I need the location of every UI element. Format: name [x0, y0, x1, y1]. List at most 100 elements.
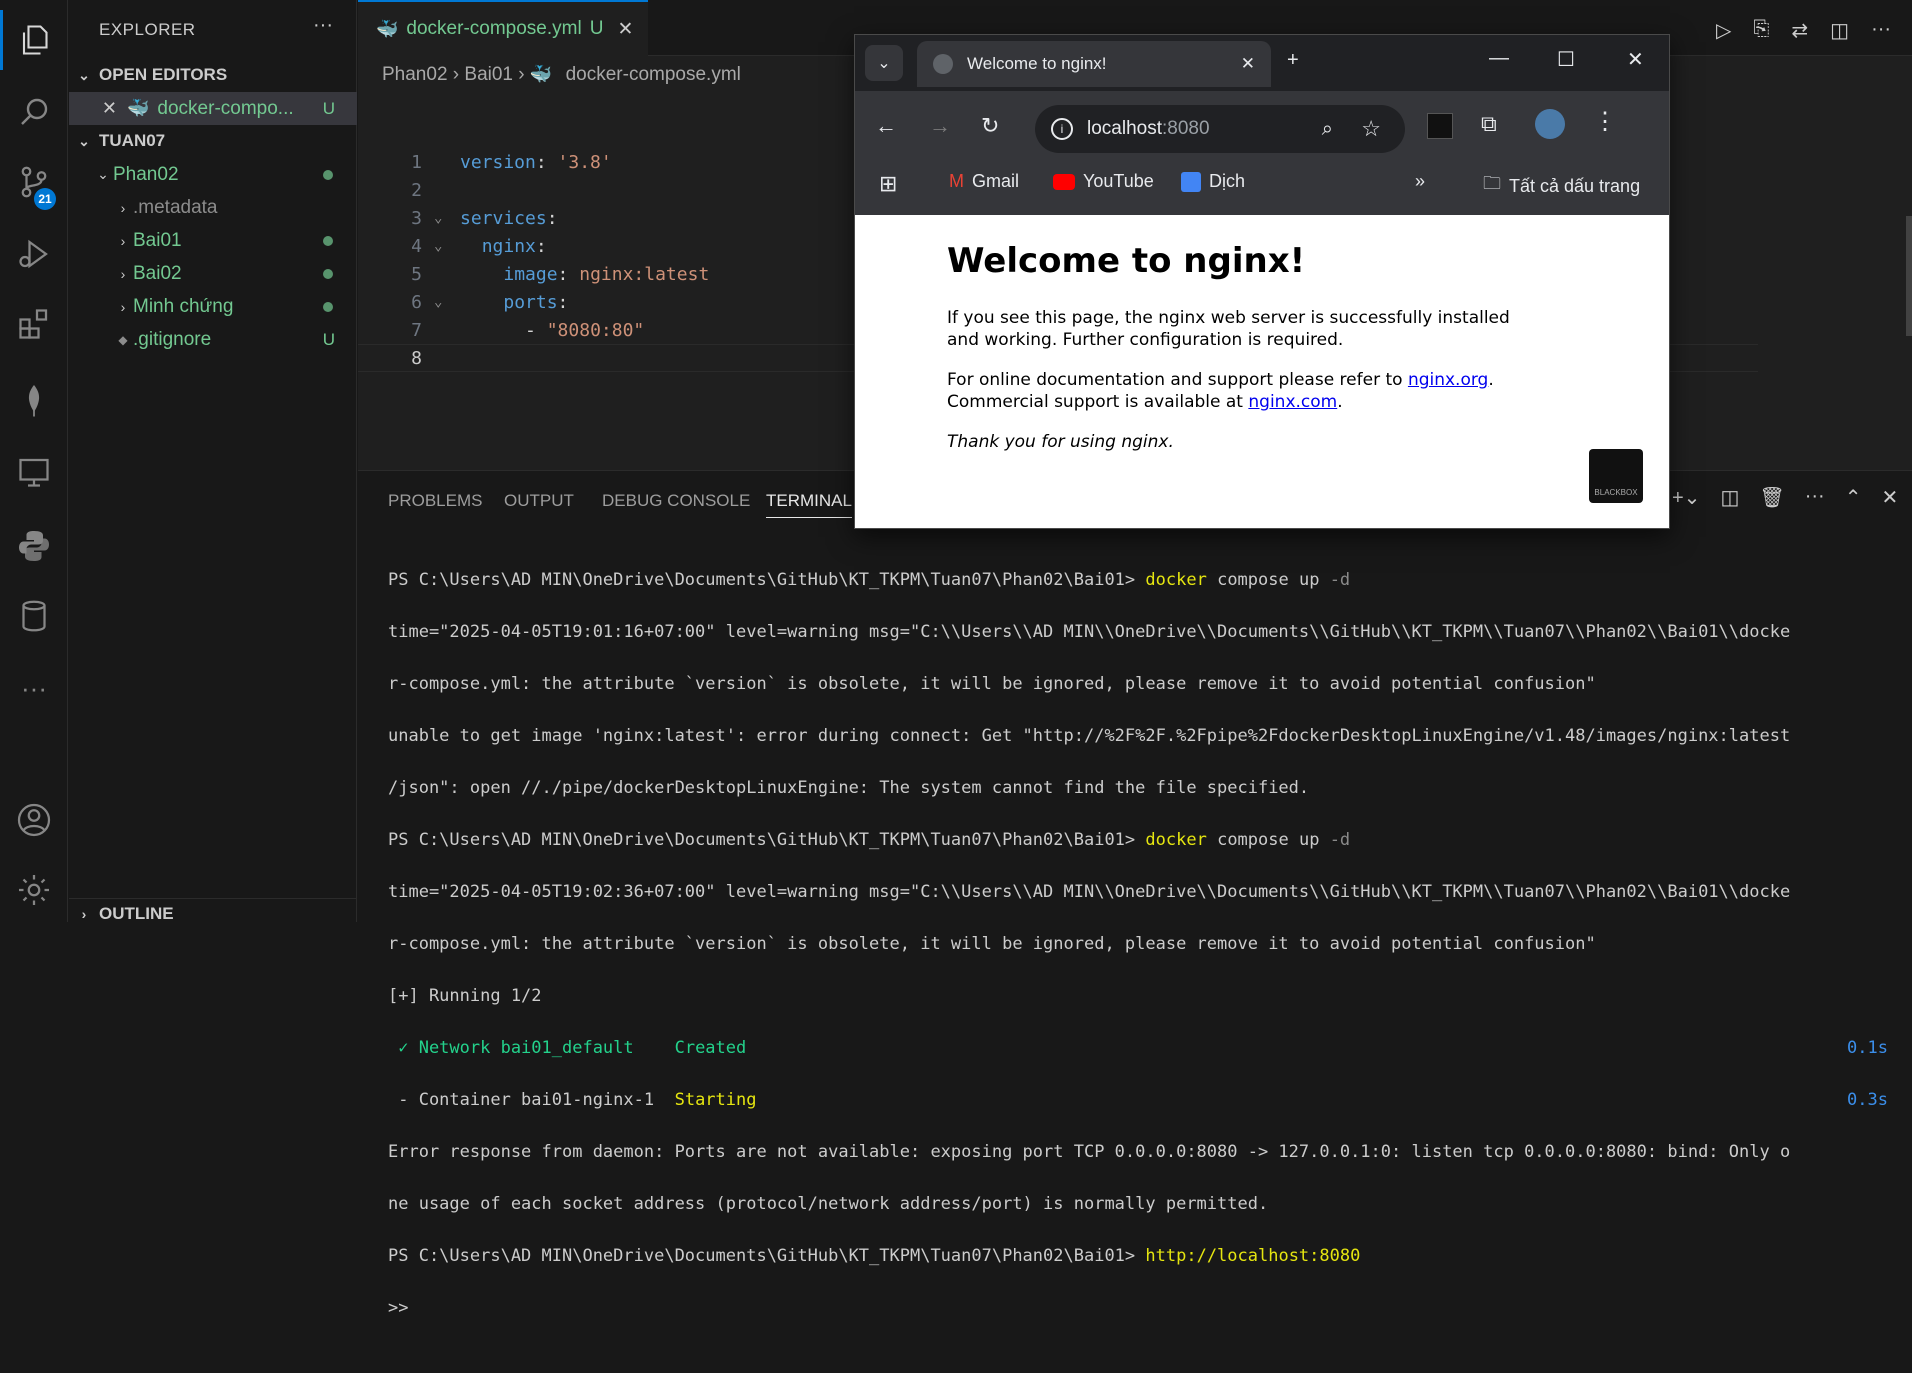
apps-grid-icon[interactable]: ⊞: [879, 171, 897, 197]
terminal-line: time="2025-04-05T19:01:16+07:00" level=w…: [388, 622, 1791, 642]
tab-docker-compose[interactable]: 🐳 docker-compose.yml U ✕: [358, 0, 648, 56]
forward-icon[interactable]: →: [929, 113, 951, 139]
folder-phan02[interactable]: ⌄ Phan02: [69, 158, 357, 191]
zoom-icon[interactable]: ⌕: [1322, 118, 1333, 141]
folder-bai01[interactable]: › Bai01: [69, 224, 357, 257]
reload-icon[interactable]: ↻: [981, 113, 999, 139]
open-editor-item[interactable]: ✕ 🐳 docker-compo... U: [69, 92, 357, 125]
chevron-down-icon: ⌄: [78, 66, 90, 83]
source-control-icon[interactable]: 21: [0, 152, 68, 212]
bookmark-label: YouTube: [1083, 171, 1154, 191]
terminal-line: Error response from daemon: Ports are no…: [388, 1142, 1791, 1162]
chevron-right-icon: ›: [81, 905, 87, 922]
link-nginx-org[interactable]: nginx.org: [1408, 370, 1488, 390]
globe-icon: [933, 54, 953, 74]
tab-search-icon[interactable]: ⌄: [865, 45, 903, 81]
breadcrumb-item[interactable]: Phan02: [382, 64, 448, 85]
breadcrumb-item[interactable]: docker-compose.yml: [566, 64, 741, 85]
close-icon[interactable]: ✕: [1881, 485, 1898, 510]
new-tab-icon[interactable]: +: [1287, 49, 1299, 72]
terminal-line: >>: [388, 1298, 409, 1318]
line-number: 8: [411, 347, 422, 369]
python-icon[interactable]: [0, 516, 68, 576]
close-window-icon[interactable]: ✕: [1627, 47, 1644, 72]
bookmark-star-icon[interactable]: ☆: [1361, 116, 1381, 142]
workspace-section[interactable]: ⌄ TUAN07: [69, 126, 357, 156]
file-gitignore[interactable]: ◆ .gitignore U: [69, 323, 357, 356]
modified-dot: [323, 235, 333, 246]
compare-icon[interactable]: ⇄: [1791, 18, 1808, 43]
fold-chevron-icon[interactable]: ⌄: [434, 294, 442, 310]
back-icon[interactable]: ←: [875, 113, 897, 139]
more-bookmarks-icon[interactable]: »: [1415, 171, 1425, 192]
fold-chevron-icon[interactable]: ⌄: [434, 210, 442, 226]
terminal-link[interactable]: http://localhost:8080: [1145, 1246, 1360, 1266]
link-nginx-com[interactable]: nginx.com: [1248, 392, 1337, 412]
tab-problems[interactable]: PROBLEMS: [388, 491, 482, 511]
terminal-line: r-compose.yml: the attribute `version` i…: [388, 674, 1596, 694]
folder-metadata[interactable]: › .metadata: [69, 191, 357, 224]
tab-terminal[interactable]: TERMINAL: [766, 491, 852, 518]
explorer-icon[interactable]: [0, 10, 68, 70]
settings-gear-icon[interactable]: [0, 860, 68, 920]
browser-window: ⌄ Welcome to nginx! ✕ + — ☐ ✕ ← → ↻ i lo…: [854, 34, 1670, 529]
chevron-down-icon: ⌄: [78, 132, 90, 149]
account-icon[interactable]: [0, 790, 68, 850]
fold-chevron-icon[interactable]: ⌄: [434, 238, 442, 254]
close-icon[interactable]: ✕: [69, 98, 117, 119]
more-actions-icon[interactable]: ···: [1805, 485, 1825, 510]
blackbox-extension-icon[interactable]: [1427, 113, 1453, 139]
close-icon[interactable]: ✕: [1241, 54, 1255, 74]
mongodb-leaf-icon[interactable]: [0, 370, 68, 430]
tab-output[interactable]: OUTPUT: [504, 491, 574, 511]
remote-explorer-icon[interactable]: [0, 442, 68, 502]
folder-bai02[interactable]: › Bai02: [69, 257, 357, 290]
maximize-icon[interactable]: ☐: [1557, 47, 1575, 72]
new-terminal-icon[interactable]: +⌄: [1672, 485, 1700, 510]
database-icon[interactable]: [0, 586, 68, 646]
trash-icon[interactable]: 🗑: [1759, 485, 1784, 510]
more-icon[interactable]: ···: [0, 658, 68, 718]
open-editor-label: docker-compo...: [157, 97, 294, 119]
tab-debug-console[interactable]: DEBUG CONSOLE: [602, 491, 750, 511]
split-editor-icon[interactable]: ◫: [1830, 18, 1849, 43]
search-icon[interactable]: [0, 82, 68, 142]
outline-section[interactable]: › OUTLINE: [69, 898, 357, 928]
folder-label: Phan02: [113, 163, 179, 185]
extensions-icon[interactable]: [0, 294, 68, 354]
more-actions-icon[interactable]: ···: [313, 14, 333, 37]
breadcrumb-item[interactable]: Bai01: [464, 64, 513, 85]
chevron-right-icon: ›: [120, 232, 126, 249]
all-bookmarks[interactable]: 🗀 Tất cả dấu trang: [1483, 171, 1640, 201]
open-preview-icon[interactable]: ⎘: [1753, 18, 1769, 43]
chevron-down-icon: ⌄: [97, 166, 109, 182]
maximize-panel-icon[interactable]: ⌃: [1845, 485, 1862, 510]
address-bar[interactable]: i localhost:8080 ⌕ ☆: [1035, 105, 1405, 153]
widget-label: BLACKBOX: [1594, 488, 1638, 497]
more-actions-icon[interactable]: ···: [1871, 18, 1891, 43]
folder-minh-chung[interactable]: › Minh chứng: [69, 290, 357, 323]
activity-bar: 21 ···: [0, 0, 68, 922]
terminal-output[interactable]: PS C:\Users\AD MIN\OneDrive\Documents\Gi…: [388, 541, 1888, 1373]
terminal-line: PS C:\Users\AD MIN\OneDrive\Documents\Gi…: [388, 830, 1351, 850]
extensions-puzzle-icon[interactable]: ⧉: [1481, 111, 1497, 137]
bookmark-gmail[interactable]: M Gmail: [949, 171, 1019, 192]
scrollbar[interactable]: [1906, 216, 1912, 336]
site-info-icon[interactable]: i: [1051, 118, 1073, 140]
editor-actions: ▷ ⎘ ⇄ ◫ ···: [1716, 18, 1891, 43]
chevron-right-icon: ›: [518, 64, 530, 85]
browser-tab[interactable]: Welcome to nginx! ✕: [917, 41, 1271, 87]
bookmark-youtube[interactable]: YouTube: [1053, 171, 1154, 192]
run-debug-icon[interactable]: [0, 224, 68, 284]
explorer-sidebar: EXPLORER ··· ⌄ OPEN EDITORS ✕ 🐳 docker-c…: [69, 0, 357, 923]
blackbox-widget[interactable]: BLACKBOX: [1589, 449, 1643, 503]
bookmark-translate[interactable]: Dịch: [1181, 171, 1245, 192]
run-icon[interactable]: ▷: [1716, 18, 1731, 43]
split-terminal-icon[interactable]: ◫: [1720, 485, 1739, 510]
minimize-icon[interactable]: —: [1489, 47, 1509, 70]
profile-avatar[interactable]: [1535, 109, 1565, 139]
menu-kebab-icon[interactable]: ⋮: [1593, 107, 1617, 136]
open-editors-section[interactable]: ⌄ OPEN EDITORS: [69, 60, 357, 90]
close-icon[interactable]: ✕: [617, 18, 633, 41]
tab-status: U: [589, 18, 604, 39]
